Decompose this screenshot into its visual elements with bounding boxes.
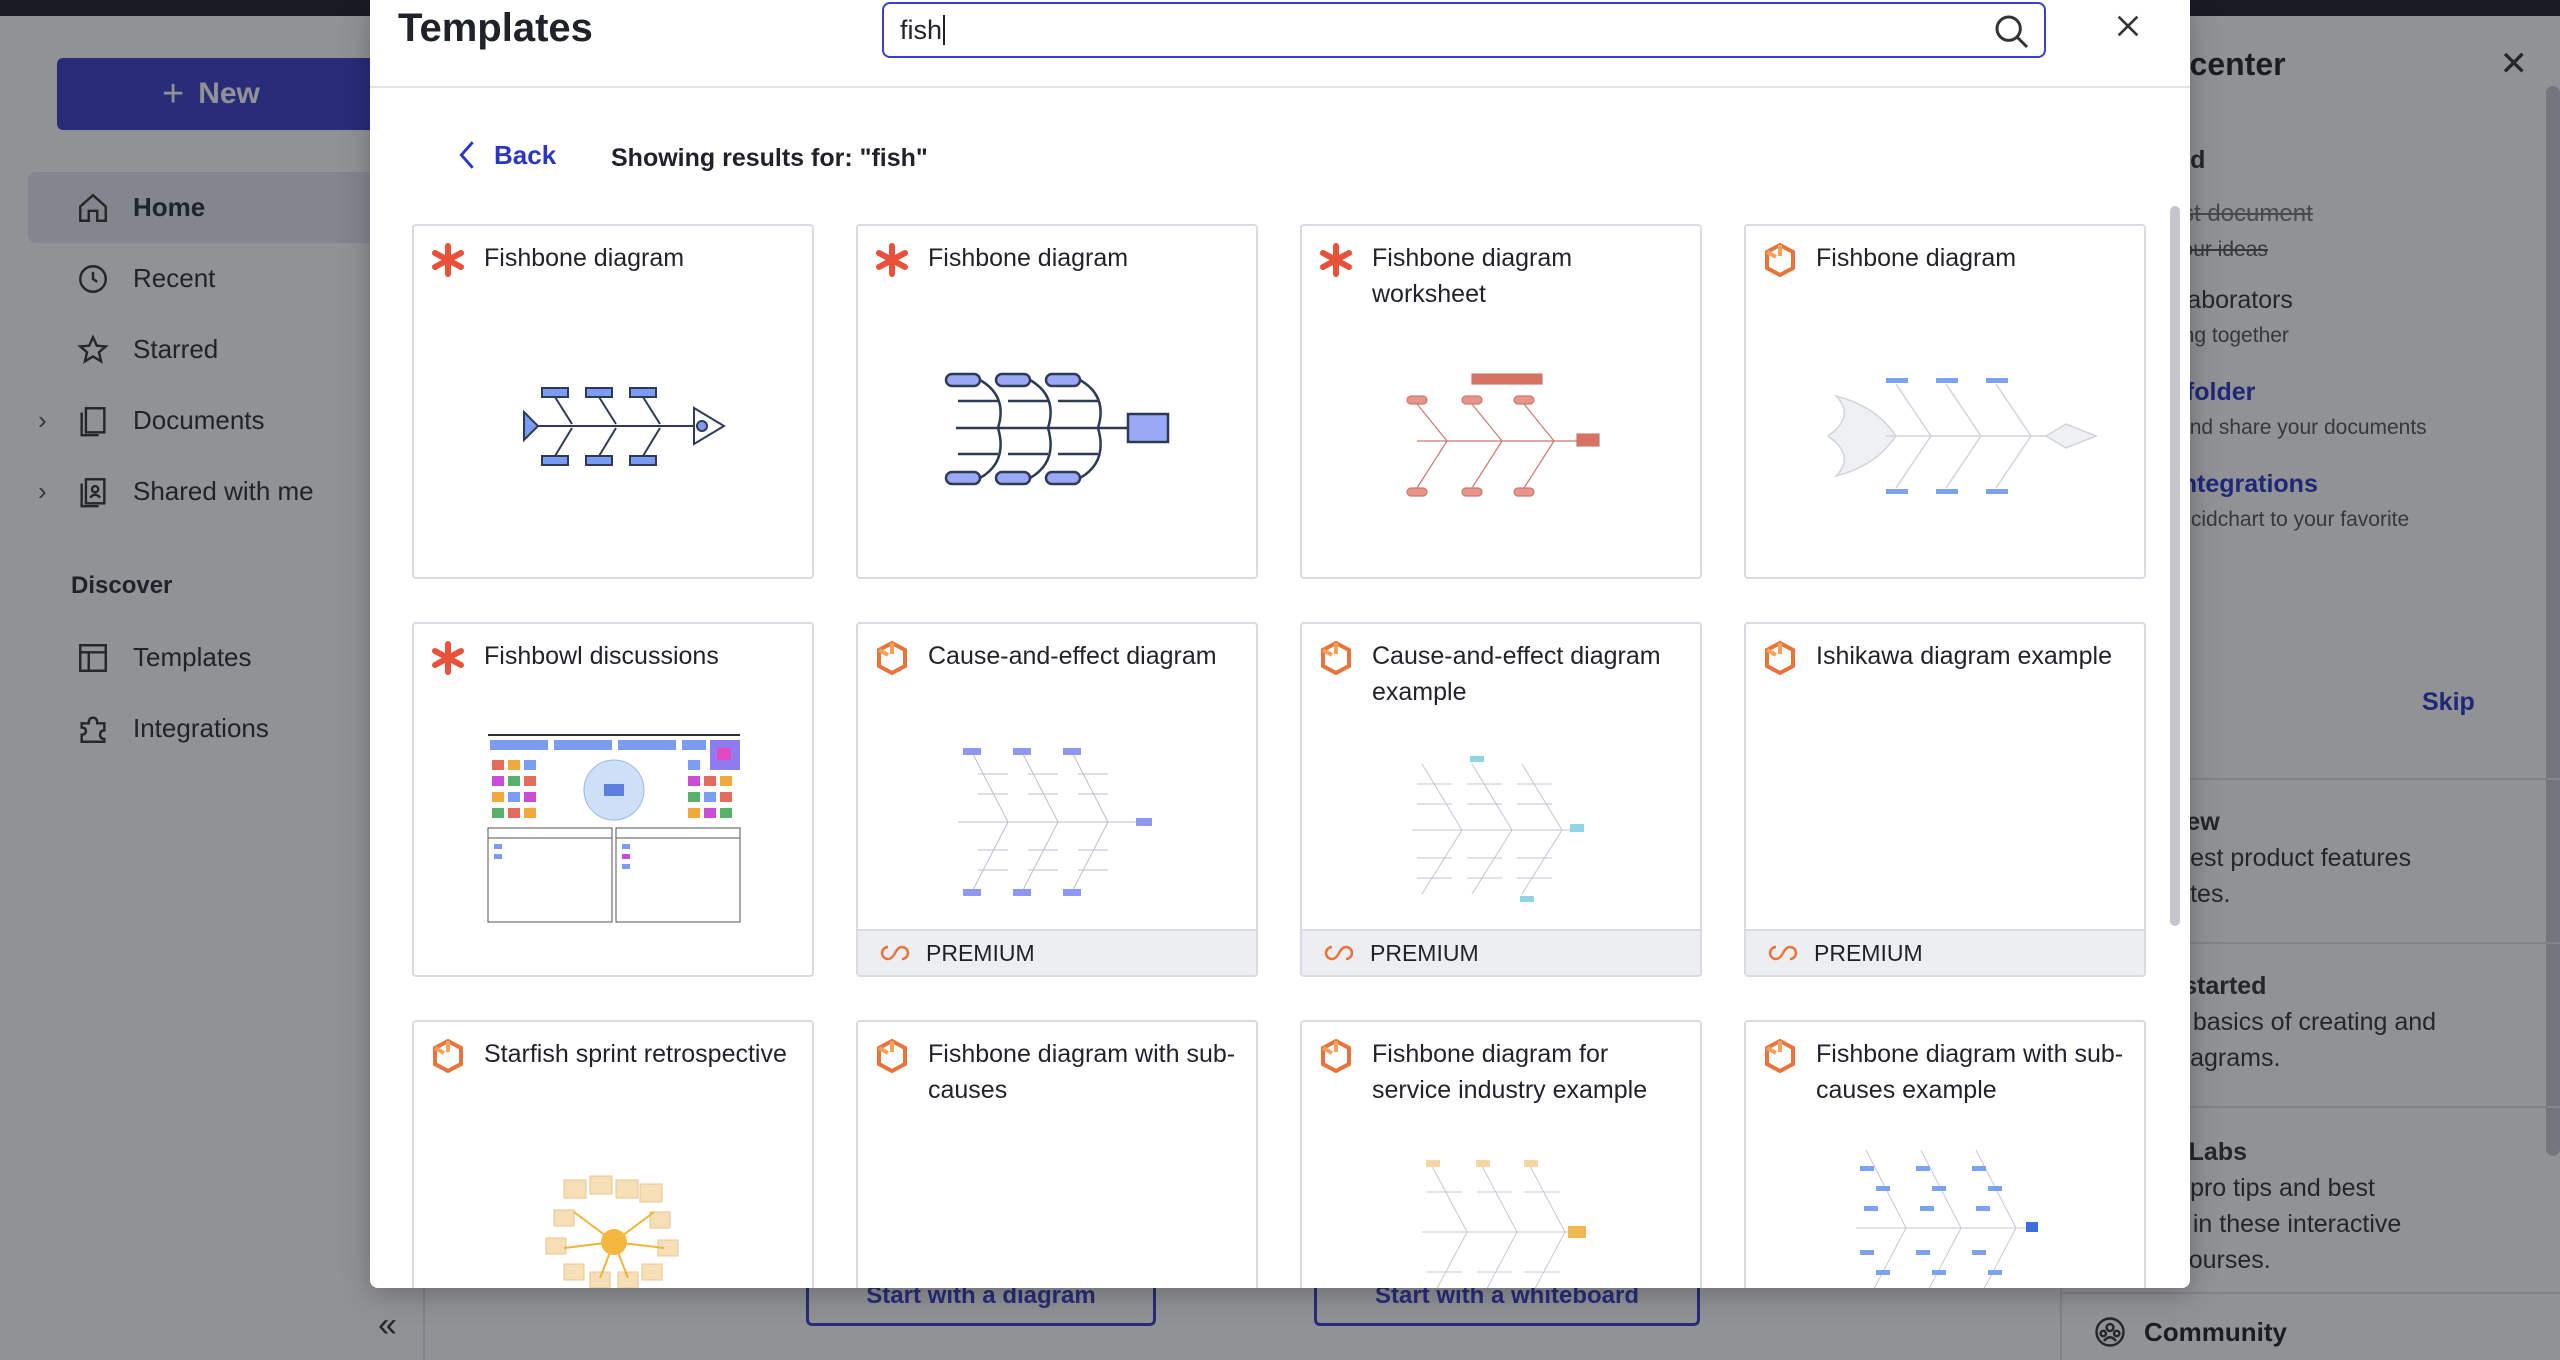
template-thumbnail xyxy=(858,734,1256,934)
close-modal-icon[interactable] xyxy=(2112,10,2144,47)
templates-modal: Templates fish Back Showing results for:… xyxy=(370,0,2190,1288)
template-thumbnail xyxy=(858,1132,1256,1288)
template-card[interactable]: Fishbone diagram with sub-causes xyxy=(856,1020,1258,1288)
template-card-header: Starfish sprint retrospective xyxy=(430,1036,800,1074)
template-thumbnail xyxy=(858,336,1256,536)
search-input[interactable]: fish xyxy=(882,2,2046,58)
template-card-title: Fishbone diagram with sub-causes example xyxy=(1816,1040,2124,1104)
search-icon[interactable] xyxy=(1992,12,2032,59)
premium-icon xyxy=(880,943,926,963)
back-button[interactable]: Back xyxy=(454,138,556,172)
template-card[interactable]: Cause-and-effect diagram example PREMIUM xyxy=(1300,622,1702,977)
template-thumbnail xyxy=(1746,336,2144,536)
template-thumbnail xyxy=(1746,1132,2144,1288)
template-card[interactable]: Fishbone diagram with sub-causes example xyxy=(1744,1020,2146,1288)
results-label: Showing results for: "fish" xyxy=(611,144,928,172)
community-template-icon xyxy=(874,640,910,676)
lucidchart-logo-icon xyxy=(874,242,910,278)
lucidchart-logo-icon xyxy=(430,640,466,676)
community-template-icon xyxy=(1762,1038,1798,1074)
template-thumbnail xyxy=(414,726,812,934)
template-card-header: Fishbone diagram for service industry ex… xyxy=(1318,1036,1688,1108)
text-cursor xyxy=(943,15,946,45)
template-thumbnail xyxy=(414,1132,812,1288)
template-card-title: Fishbone diagram for service industry ex… xyxy=(1372,1040,1648,1104)
premium-label: PREMIUM xyxy=(1814,939,1923,966)
template-card-title: Fishbone diagram xyxy=(1816,244,2017,272)
template-card-header: Cause-and-effect diagram example xyxy=(1318,638,1688,710)
premium-badge: PREMIUM xyxy=(858,929,1256,975)
community-template-icon xyxy=(1318,640,1354,676)
community-template-icon xyxy=(1762,242,1798,278)
template-thumbnail xyxy=(1746,734,2144,934)
modal-title: Templates xyxy=(398,6,593,50)
template-card-title: Cause-and-effect diagram example xyxy=(1372,642,1661,706)
back-label: Back xyxy=(494,139,557,170)
results-area: Back Showing results for: "fish" Fishbon… xyxy=(370,90,2190,1288)
template-card-title: Fishbone diagram xyxy=(484,244,685,272)
template-card[interactable]: Fishbone diagram xyxy=(412,224,814,579)
template-card-header: Fishbone diagram xyxy=(1762,240,2132,278)
template-card-header: Fishbone diagram worksheet xyxy=(1318,240,1688,312)
modal-header: Templates fish xyxy=(370,0,2190,88)
lucidchart-logo-icon xyxy=(430,242,466,278)
template-card-title: Fishbone diagram worksheet xyxy=(1372,244,1573,308)
community-template-icon xyxy=(1318,1038,1354,1074)
template-card[interactable]: Fishbone diagram xyxy=(1744,224,2146,579)
template-card[interactable]: Fishbone diagram worksheet xyxy=(1300,224,1702,579)
community-template-icon xyxy=(874,1038,910,1074)
template-card-header: Fishbone diagram xyxy=(874,240,1244,278)
template-card[interactable]: Ishikawa diagram example PREMIUM xyxy=(1744,622,2146,977)
template-card-title: Starfish sprint retrospective xyxy=(484,1040,787,1068)
template-card-title: Fishbone diagram with sub-causes xyxy=(928,1040,1236,1104)
community-template-icon xyxy=(430,1038,466,1074)
premium-badge: PREMIUM xyxy=(1302,929,1700,975)
template-thumbnail xyxy=(1302,1132,1700,1288)
template-thumbnail xyxy=(1302,336,1700,536)
premium-label: PREMIUM xyxy=(1370,939,1479,966)
lucidchart-logo-icon xyxy=(1318,242,1354,278)
search-input-value: fish xyxy=(900,14,943,45)
premium-badge: PREMIUM xyxy=(1746,929,2144,975)
template-card-header: Fishbone diagram xyxy=(430,240,800,278)
template-card[interactable]: Cause-and-effect diagram PREMIUM xyxy=(856,622,1258,977)
premium-icon xyxy=(1768,943,1814,963)
template-card-title: Cause-and-effect diagram xyxy=(928,642,1217,670)
premium-icon xyxy=(1324,943,1370,963)
community-template-icon xyxy=(1762,640,1798,676)
template-card[interactable]: Fishbone diagram xyxy=(856,224,1258,579)
template-thumbnail xyxy=(414,336,812,536)
template-card[interactable]: Starfish sprint retrospective xyxy=(412,1020,814,1288)
template-card-header: Fishbone diagram with sub-causes example xyxy=(1762,1036,2132,1108)
template-card-title: Ishikawa diagram example xyxy=(1816,642,2112,670)
template-card[interactable]: Fishbowl discussions xyxy=(412,622,814,977)
template-card-title: Fishbowl discussions xyxy=(484,642,719,670)
premium-label: PREMIUM xyxy=(926,939,1035,966)
template-card-header: Fishbone diagram with sub-causes xyxy=(874,1036,1244,1108)
results-scrollbar[interactable] xyxy=(2170,206,2180,926)
template-card-header: Ishikawa diagram example xyxy=(1762,638,2132,676)
template-card[interactable]: Fishbone diagram for service industry ex… xyxy=(1300,1020,1702,1288)
template-card-title: Fishbone diagram xyxy=(928,244,1129,272)
template-card-header: Fishbowl discussions xyxy=(430,638,800,676)
chevron-left-icon xyxy=(459,141,474,169)
template-card-header: Cause-and-effect diagram xyxy=(874,638,1244,676)
template-thumbnail xyxy=(1302,734,1700,934)
